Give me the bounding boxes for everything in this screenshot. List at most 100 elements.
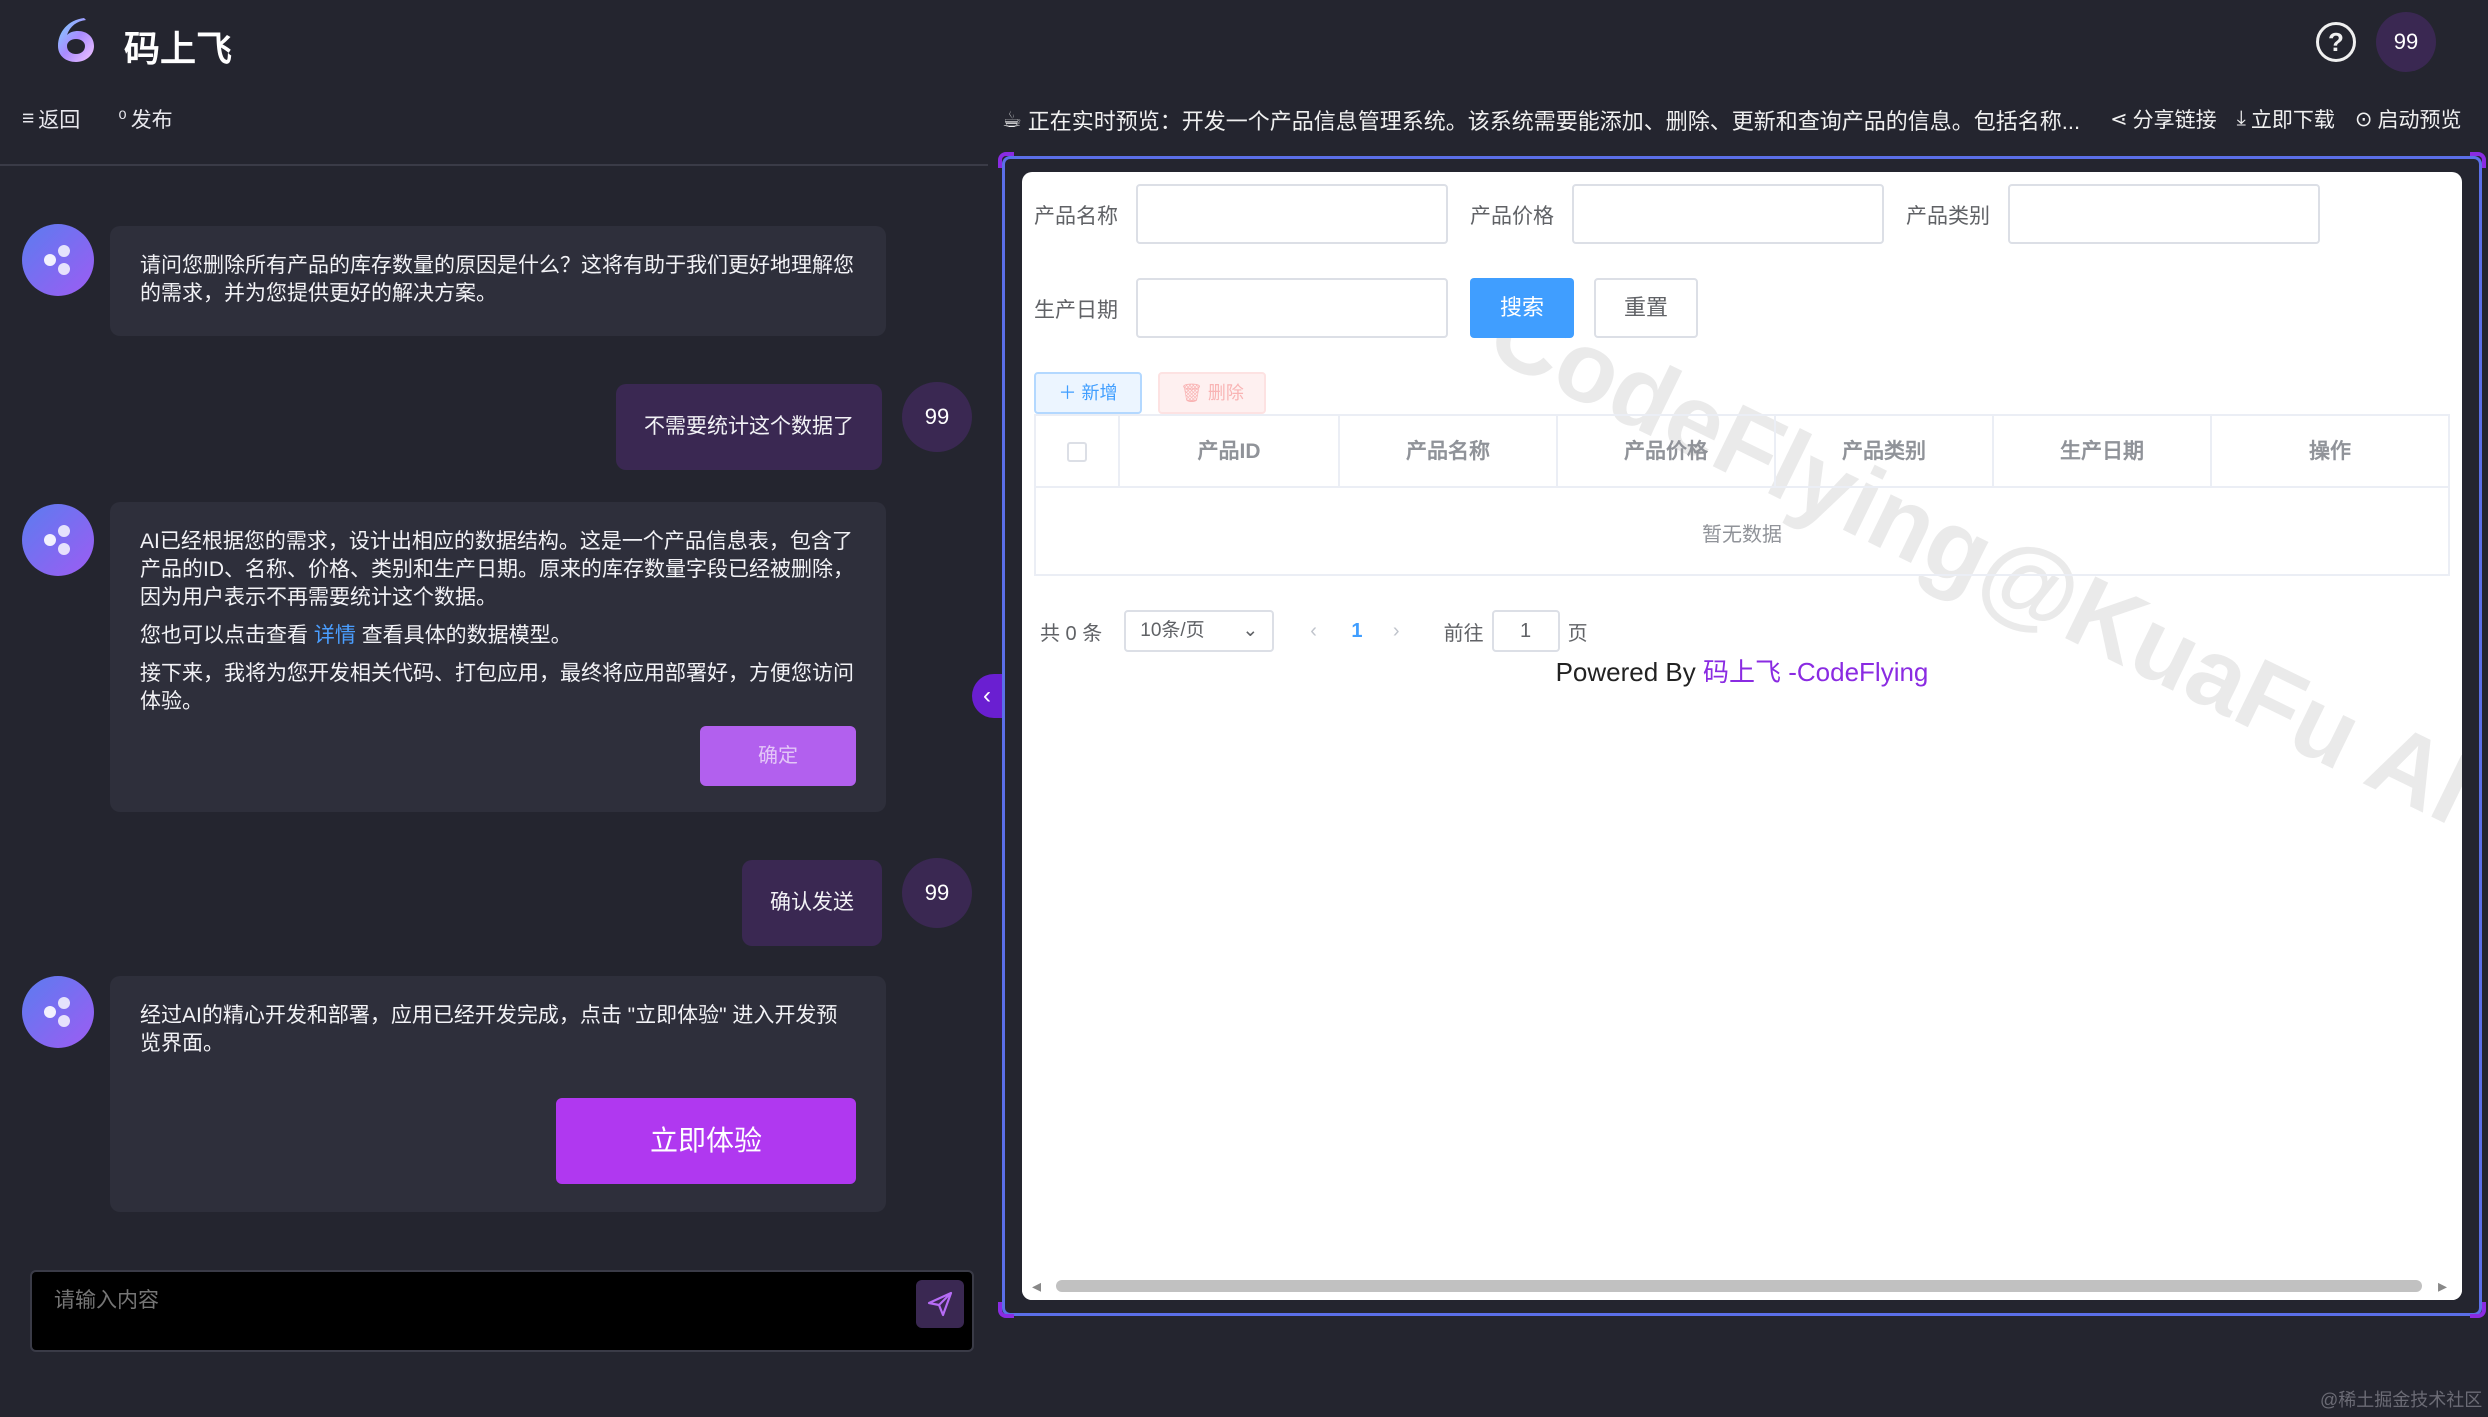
reset-button[interactable]: 重置 [1594,278,1698,338]
chat-toolbar: ≡ 返回 ⁰ 发布 [22,104,173,134]
back-button[interactable]: ≡ 返回 [22,104,80,134]
frame-corner [2470,1302,2486,1318]
message-text: 确认发送 [770,891,854,914]
frame-corner [998,152,1014,168]
send-button[interactable] [916,1280,964,1328]
add-button[interactable]: ＋ 新增 [1034,372,1142,414]
scrollbar-thumb[interactable] [1056,1280,2422,1292]
delete-button[interactable]: 🗑 删除 [1158,372,1266,414]
preview-panel: CodeFlying@KuaFu AI 产品名称 产品价格 产品类别 生产日期 … [1022,172,2462,1300]
app-logo-icon [58,18,94,62]
powered-prefix: Powered By [1555,657,1703,687]
prev-page-button[interactable]: ‹ [1310,620,1317,643]
table-header: 产品ID 产品名称 产品价格 产品类别 生产日期 操作 [1036,416,2448,488]
add-label: 新增 [1081,383,1118,403]
column-header[interactable]: 生产日期 [1994,416,2212,488]
chevron-left-icon: ‹ [983,682,991,709]
details-link[interactable]: 详情 [314,624,356,647]
powered-by: Powered By 码上飞 -CodeFlying [1022,652,2462,689]
ai-logo-icon [44,997,70,1027]
goto-label: 前往 [1443,622,1484,645]
launch-label: 启动预览 [2377,109,2462,132]
download-button[interactable]: ⤓ 立即下载 [2237,104,2335,134]
select-all-cell [1036,416,1120,488]
frame-corner [998,1302,1014,1318]
ai-logo-icon [44,525,70,555]
empty-text: 暂无数据 [1702,524,1782,546]
message-text: 经过AI的精心开发和部署，应用已经开发完成，点击 "立即体验" 进入开发预览界面… [140,1004,838,1055]
confirm-button[interactable]: 确定 [700,726,856,786]
column-header[interactable]: 产品价格 [1558,416,1776,488]
app-name: 码上飞 [124,28,233,69]
try-now-button[interactable]: 立即体验 [556,1098,856,1184]
product-price-label: 产品价格 [1470,205,1554,228]
product-name-label: 产品名称 [1034,205,1118,228]
product-category-input[interactable] [2008,184,2320,244]
product-category-label: 产品类别 [1906,205,1990,228]
message-text: 请问您删除所有产品的库存数量的原因是什么？这将有助于我们更好地理解您的需求，并为… [140,254,854,305]
share-label: 分享链接 [2132,109,2217,132]
select-all-checkbox[interactable] [1067,442,1087,463]
message-text: 接下来，我将为您开发相关代码、打包应用，最终将应用部署好，方便您访问体验。 [140,662,854,713]
goto-page-input[interactable]: 1 [1491,610,1560,652]
menu-icon: ≡ [22,107,35,130]
production-date-input[interactable] [1136,278,1448,338]
product-table: 产品ID 产品名称 产品价格 产品类别 生产日期 操作 暂无数据 [1034,414,2450,576]
delete-label: 删除 [1207,383,1244,403]
page-size-value: 10条/页 [1140,620,1205,641]
chat-bubble-ai: 请问您删除所有产品的库存数量的原因是什么？这将有助于我们更好地理解您的需求，并为… [110,226,886,336]
ai-avatar [22,224,94,296]
launch-preview-button[interactable]: ⊙ 启动预览 [2355,104,2462,134]
pagination: 共 0 条 10条/页 ⌄ ‹ 1 › 前往 1 页 [1040,610,1588,652]
horizontal-scrollbar[interactable]: ◂ ▸ [1022,1272,2462,1300]
ai-avatar [22,976,94,1048]
share-icon: ⋖ [2110,107,2128,131]
product-name-input[interactable] [1136,184,1448,244]
frame-corner [2470,152,2486,168]
user-avatar: 99 [902,382,972,452]
trash-icon: 🗑 [1180,383,1208,403]
production-date-label: 生产日期 [1034,299,1118,322]
download-icon: ⤓ [2236,107,2246,130]
scroll-left-icon[interactable]: ◂ [1032,1276,1041,1297]
column-header[interactable]: 产品类别 [1776,416,1994,488]
scroll-right-icon[interactable]: ▸ [2438,1276,2447,1297]
message-text: 不需要统计这个数据了 [644,415,854,438]
message-text: AI已经根据您的需求，设计出相应的数据结构。这是一个产品信息表，包含了产品的ID… [140,530,854,609]
column-header[interactable]: 产品ID [1120,416,1340,488]
publish-button[interactable]: ⁰ 发布 [118,104,172,134]
message-text-part: 您也可以点击查看 [140,624,308,647]
chat-input-box [30,1270,974,1352]
footer-watermark: @稀土掘金技术社区 [2320,1390,2483,1410]
preview-title: ☕ 正在实时预览：开发一个产品信息管理系统。该系统需要能添加、删除、更新和查询产… [1002,104,2080,136]
download-label: 立即下载 [2250,109,2335,132]
share-link-button[interactable]: ⋖ 分享链接 [2110,104,2217,134]
column-header[interactable]: 产品名称 [1340,416,1558,488]
chat-bubble-user: 确认发送 [742,860,882,946]
page-number[interactable]: 1 [1337,620,1377,643]
chat-panel: 请问您删除所有产品的库存数量的原因是什么？这将有助于我们更好地理解您的需求，并为… [0,166,988,1246]
publish-label: 发布 [130,109,173,132]
ai-logo-icon [44,245,70,275]
top-header: 码上飞 ? 99 [0,0,2488,84]
column-header: 操作 [2309,440,2351,463]
help-circle-icon[interactable]: ? [2316,22,2356,62]
page-size-select[interactable]: 10条/页 ⌄ [1124,610,1275,652]
user-avatar: 99 [902,858,972,928]
product-price-input[interactable] [1572,184,1884,244]
total-count: 共 0 条 [1040,622,1103,645]
ai-avatar [22,504,94,576]
play-circle-icon: ⊙ [2354,107,2373,131]
plus-icon: ＋ [1058,383,1082,403]
preview-actions: ⋖ 分享链接 ⤓ 立即下载 ⊙ 启动预览 [2110,104,2462,134]
message-text-part: 查看具体的数据模型。 [361,624,572,647]
message-text: 您也可以点击查看 详情 查看具体的数据模型。 [140,622,856,650]
user-avatar[interactable]: 99 [2376,12,2436,72]
chat-input[interactable] [32,1272,972,1350]
powered-brand-link[interactable]: 码上飞 -CodeFlying [1703,657,1928,687]
page-unit: 页 [1567,622,1588,645]
search-button[interactable]: 搜索 [1470,278,1574,338]
chevron-down-icon: ⌄ [1242,620,1259,641]
next-page-button[interactable]: › [1393,620,1400,643]
preview-cup-icon: ☕ [1002,107,1022,132]
